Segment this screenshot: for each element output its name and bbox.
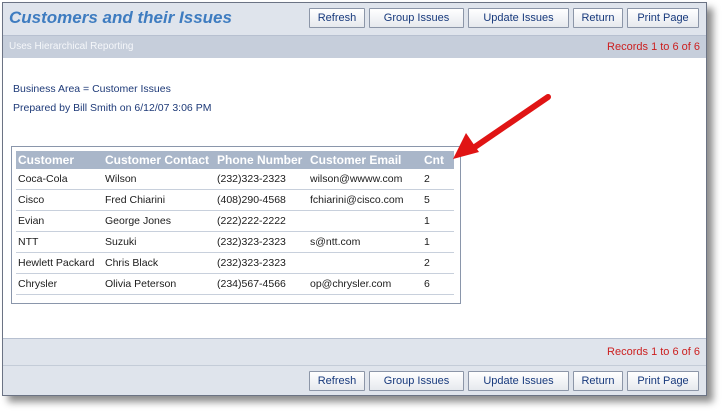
report-window: Customers and their Issues Refresh Group… [2,2,707,396]
red-arrow-icon [453,94,551,159]
